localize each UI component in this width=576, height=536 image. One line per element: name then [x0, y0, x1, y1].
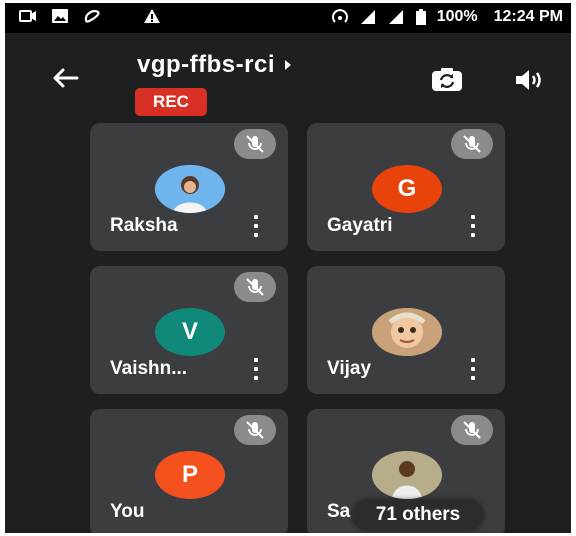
avatar: G — [372, 165, 442, 213]
participant-name: Vijay — [327, 358, 372, 379]
status-bar: 100% 12:24 PM — [5, 3, 571, 33]
more-options-icon[interactable] — [250, 215, 262, 237]
airtel-icon — [84, 10, 100, 23]
status-bar-right: 100% 12:24 PM — [331, 8, 563, 26]
participant-name: Vaishn... — [110, 358, 188, 379]
hotspot-icon — [331, 9, 348, 23]
participant-tile[interactable]: Raksha — [90, 123, 288, 251]
avatar — [372, 308, 442, 356]
clock: 12:24 PM — [493, 8, 563, 25]
battery-percent: 100% — [436, 8, 478, 25]
meet-screen: 100% 12:24 PM vgp-ffbs-rci REC Raksha G … — [5, 3, 571, 533]
avatar — [372, 451, 442, 499]
recording-badge: REC — [135, 88, 207, 116]
speaker-icon[interactable] — [513, 67, 547, 93]
battery-icon — [415, 9, 426, 25]
more-options-icon[interactable] — [250, 358, 262, 380]
mic-off-icon — [246, 135, 264, 153]
avatar: V — [155, 308, 225, 356]
participant-tile[interactable]: P You — [90, 409, 288, 533]
participant-tile[interactable]: Vijay — [307, 266, 505, 394]
participant-tile[interactable]: G Gayatri — [307, 123, 505, 251]
participant-name: Raksha — [110, 215, 178, 236]
meeting-code: vgp-ffbs-rci — [137, 51, 275, 78]
others-count-button[interactable]: 71 others — [353, 500, 483, 530]
caret-right-icon — [285, 60, 291, 70]
participant-name: You — [110, 501, 145, 522]
participant-photo-icon — [372, 451, 442, 499]
mic-off-badge — [451, 415, 493, 445]
status-bar-left — [19, 8, 161, 24]
avatar: P — [155, 451, 225, 499]
video-recording-icon — [19, 10, 36, 22]
signal-icon — [388, 10, 403, 24]
more-options-icon[interactable] — [467, 358, 479, 380]
meeting-title-button[interactable]: vgp-ffbs-rci — [137, 51, 293, 79]
back-arrow-icon[interactable] — [51, 66, 79, 90]
image-icon — [52, 9, 68, 23]
mic-off-icon — [463, 135, 481, 153]
mic-off-icon — [246, 421, 264, 439]
signal-icon — [360, 10, 375, 24]
mic-off-icon — [246, 278, 264, 296]
mic-off-badge — [451, 129, 493, 159]
meeting-header: vgp-ffbs-rci REC — [5, 33, 571, 121]
avatar — [155, 165, 225, 213]
mic-off-badge — [234, 129, 276, 159]
participant-name: Gayatri — [327, 215, 393, 236]
mic-off-icon — [463, 421, 481, 439]
participant-photo-icon — [155, 165, 225, 213]
switch-camera-icon[interactable] — [430, 66, 464, 94]
participant-photo-icon — [372, 308, 442, 356]
participant-tile[interactable]: V Vaishn... — [90, 266, 288, 394]
mic-off-badge — [234, 272, 276, 302]
warning-icon — [144, 9, 160, 23]
more-options-icon[interactable] — [467, 215, 479, 237]
participant-name: Sa — [327, 501, 351, 522]
mic-off-badge — [234, 415, 276, 445]
